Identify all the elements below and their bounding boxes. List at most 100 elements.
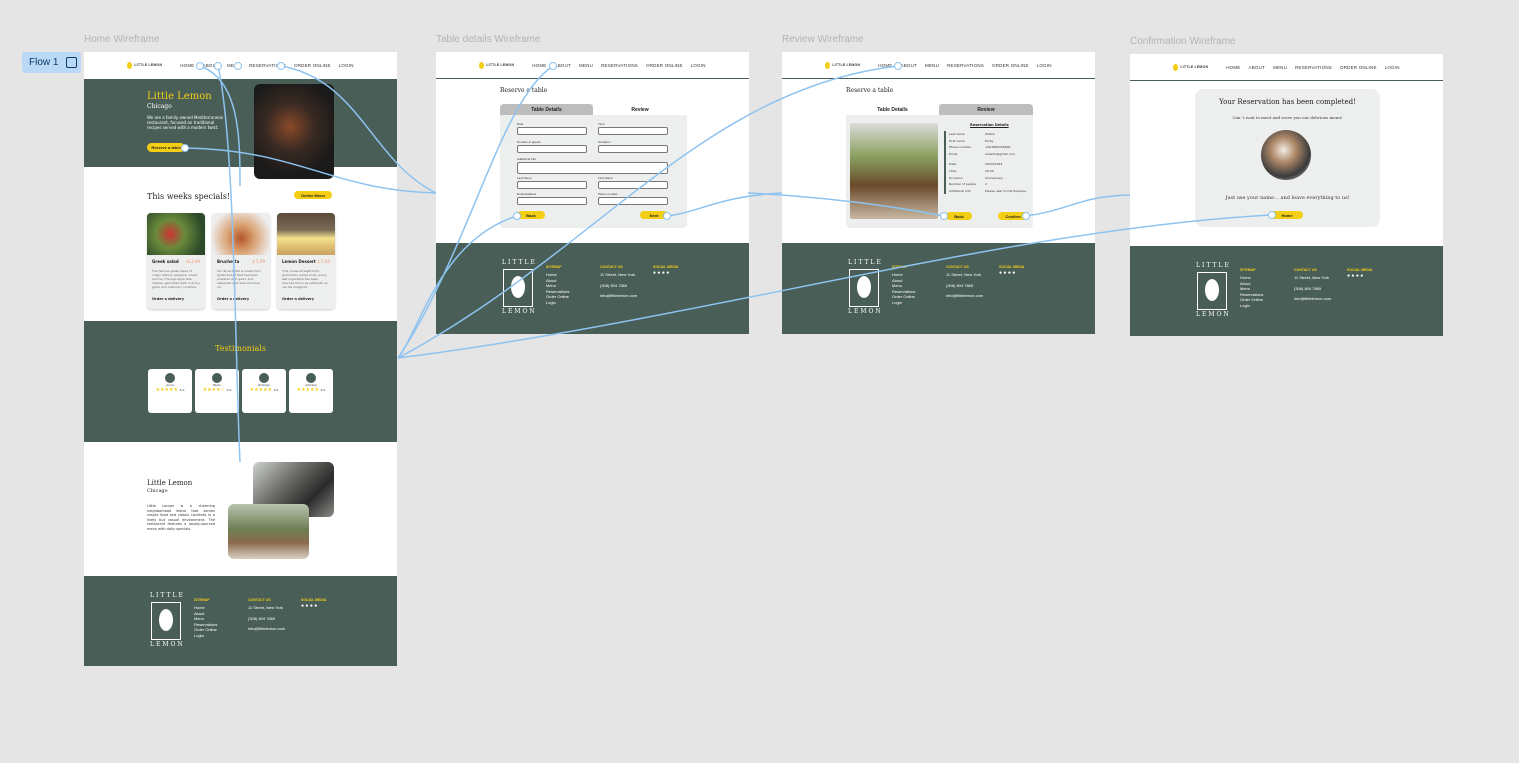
social-icons[interactable]: ● ● ● ● [1347, 273, 1363, 280]
tab-review[interactable]: Review [939, 104, 1033, 115]
special-desc: The famous greek salad of crispy lettuce… [152, 269, 200, 289]
email-label: Email Address [517, 192, 537, 196]
nav-login[interactable]: LOGIN [1037, 63, 1052, 68]
order-delivery-link[interactable]: Order a delivery [152, 297, 184, 301]
footer-email[interactable]: info@littlelemon.com [600, 293, 637, 299]
nav-order-online[interactable]: ORDER ONLINE [1340, 65, 1377, 70]
nav-menu[interactable]: MENU [925, 63, 939, 68]
greek-salad-image [147, 213, 205, 255]
nav-logo[interactable]: LITTLE LEMON [825, 61, 860, 69]
back-button[interactable]: Back [517, 211, 545, 219]
connector-handle[interactable] [1022, 212, 1030, 220]
nav-reservations[interactable]: RESERVATIONS [947, 63, 984, 68]
flow-play-icon[interactable] [66, 57, 78, 68]
tab-table-details[interactable]: Table Details [500, 104, 593, 115]
footer-link[interactable]: Login [194, 633, 217, 639]
detail-row: Time 20:00 [949, 168, 994, 173]
online-menu-button[interactable]: Online Menu [294, 191, 332, 199]
footer-email[interactable]: info@littlelemon.com [248, 626, 285, 632]
order-delivery-link[interactable]: Order a delivery [282, 297, 314, 301]
time-field[interactable] [598, 127, 668, 135]
special-card[interactable]: Greek salad $12.99 The famous greek sala… [147, 213, 205, 309]
nav-about[interactable]: ABOUT [1249, 65, 1266, 70]
connector-handle[interactable] [1268, 211, 1276, 219]
connector-handle[interactable] [894, 62, 902, 70]
nav-reservations[interactable]: RESERVATIONS [1295, 65, 1332, 70]
nav-logo[interactable]: LITTLE LEMON [127, 61, 162, 69]
connector-handle[interactable] [214, 62, 222, 70]
hero-food-image [254, 84, 334, 179]
social-icons[interactable]: ● ● ● ● [301, 603, 317, 610]
special-name: Greek salad [152, 259, 179, 264]
nav-order-online[interactable]: ORDER ONLINE [294, 63, 331, 68]
connector-handle[interactable] [663, 212, 671, 220]
connector-handle[interactable] [940, 212, 948, 220]
social-icons[interactable]: ● ● ● ● [999, 270, 1015, 277]
connector-handle[interactable] [196, 62, 204, 70]
first-name-field[interactable] [598, 181, 668, 189]
connector-handle[interactable] [234, 62, 242, 70]
sitemap-list: Home About Menu Reservations Order Onlin… [194, 605, 217, 638]
special-card[interactable]: Bruchetta $ 5.99 Our Bruschetta is made … [212, 213, 270, 309]
footer-link[interactable]: Order Online [194, 627, 217, 633]
nav-home[interactable]: HOME [532, 63, 546, 68]
footer-email[interactable]: info@littlelemon.com [946, 293, 983, 299]
special-name: Bruchetta [217, 259, 240, 264]
nav-home[interactable]: HOME [878, 63, 892, 68]
footer-link[interactable]: Order Online [1240, 297, 1263, 303]
order-delivery-link[interactable]: Order a delivery [217, 297, 249, 301]
connector-handle[interactable] [277, 62, 285, 70]
occasion-label: Occasion [598, 140, 611, 144]
footer-link[interactable]: Order Online [892, 294, 915, 300]
footer-email[interactable]: info@littlelemon.com [1294, 296, 1331, 302]
last-name-field[interactable] [517, 181, 587, 189]
nav-menu[interactable]: MENU [579, 63, 593, 68]
nav-order-online[interactable]: ORDER ONLINE [992, 63, 1029, 68]
date-field[interactable] [517, 127, 587, 135]
nav-login[interactable]: LOGIN [691, 63, 706, 68]
footer-link[interactable]: Order Online [546, 294, 569, 300]
nav-menu[interactable]: MENU [1273, 65, 1287, 70]
reserve-table-button[interactable]: Reserve a table [147, 143, 185, 152]
connector-handle[interactable] [549, 62, 557, 70]
social-icons[interactable]: ● ● ● ● [653, 270, 669, 277]
special-price: $ 5.00 [317, 259, 330, 264]
nav-home[interactable]: HOME [1226, 65, 1240, 70]
footer-link[interactable]: Login [546, 300, 569, 306]
additional-info-field[interactable] [517, 162, 668, 174]
phone-field[interactable] [598, 197, 668, 205]
connector-handle[interactable] [513, 212, 521, 220]
flow-badge[interactable]: Flow 1 [22, 52, 81, 73]
nav-home[interactable]: HOME [180, 63, 194, 68]
nav-login[interactable]: LOGIN [1385, 65, 1400, 70]
nav-logo[interactable]: LITTLE LEMON [479, 61, 514, 69]
nav-login[interactable]: LOGIN [339, 63, 354, 68]
page-title: Reserve a table [846, 87, 894, 94]
connector-handle[interactable] [181, 144, 189, 152]
nav-logo[interactable]: LITTLE LEMON [1173, 63, 1208, 71]
frame-label-review: Review Wireframe [782, 34, 864, 45]
detail-row: Last name Willow [949, 132, 995, 136]
table-frame: LITTLE LEMON HOME ABOUT MENU RESERVATION… [436, 52, 749, 334]
social-heading: SOCIAL MEDIA [999, 265, 1025, 269]
page-title: Reserve a table [500, 87, 548, 94]
detail-row: Phone number +001860245600 [949, 145, 1011, 150]
footer-address: 11 Street, New York [1294, 275, 1330, 280]
nav-order-online[interactable]: ORDER ONLINE [646, 63, 683, 68]
specials-title: This weeks specials! [147, 192, 231, 201]
footer-link[interactable]: Login [892, 300, 915, 306]
tab-review[interactable]: Review [593, 104, 687, 115]
table-footer: LITTLE LEMON SITEMAP Home About Menu Res… [436, 243, 749, 334]
nav-reservations[interactable]: RESERVATIONS [601, 63, 638, 68]
guests-select[interactable] [517, 145, 587, 153]
footer-lemon-icon [849, 269, 879, 307]
back-button[interactable]: Back [946, 212, 972, 220]
special-card[interactable]: Lemon Dessert $ 5.00 This comes straight… [277, 213, 335, 309]
tab-table-details[interactable]: Table Details [846, 104, 939, 115]
nav-about[interactable]: ABOUT [901, 63, 918, 68]
footer-link[interactable]: Login [1240, 303, 1263, 309]
email-field[interactable] [517, 197, 587, 205]
hero-subtitle: Chicago [147, 103, 172, 110]
phone-label: Phone number [598, 192, 618, 196]
occasion-select[interactable] [598, 145, 668, 153]
